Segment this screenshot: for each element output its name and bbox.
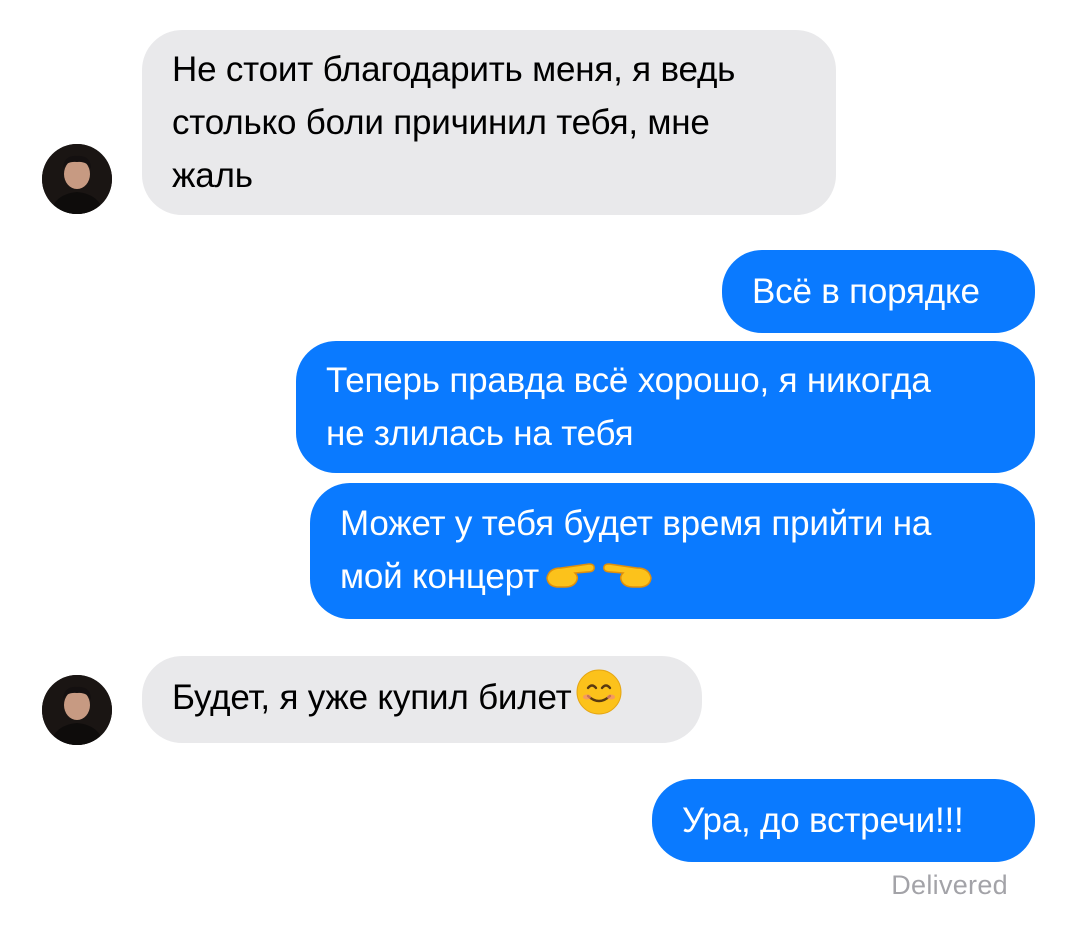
- contact-avatar[interactable]: [42, 675, 112, 745]
- message-text: Всё в порядке: [752, 272, 980, 311]
- message-bubble-outgoing[interactable]: Теперь правда всё хорошо, я никогда не з…: [296, 341, 1035, 473]
- message-bubble-outgoing[interactable]: Всё в порядке: [722, 250, 1035, 333]
- message-text: Будет, я уже купил билет: [172, 668, 623, 731]
- person-photo-icon: [42, 675, 112, 745]
- message-bubble-incoming[interactable]: Не стоит благодарить меня, я ведь стольк…: [142, 30, 836, 215]
- message-text: Не стоит благодарить меня, я ведь стольк…: [172, 50, 736, 195]
- message-text: Может у тебя будет время прийти на мой к…: [340, 497, 931, 605]
- pointing-fingers-emoji-icon: [543, 552, 655, 605]
- message-thread: Не стоит благодарить меня, я ведь стольк…: [0, 0, 1080, 948]
- message-bubble-outgoing[interactable]: Ура, до встречи!!!: [652, 779, 1035, 862]
- person-photo-icon: [42, 144, 112, 214]
- contact-avatar[interactable]: [42, 144, 112, 214]
- message-text: Ура, до встречи!!!: [682, 801, 964, 840]
- message-text: Теперь правда всё хорошо, я никогда не з…: [326, 361, 931, 453]
- delivery-status: Delivered: [891, 870, 1008, 900]
- message-bubble-outgoing[interactable]: Может у тебя будет время прийти на мой к…: [310, 483, 1035, 619]
- smiling-face-emoji-icon: [575, 668, 623, 731]
- message-bubble-incoming[interactable]: Будет, я уже купил билет: [142, 656, 702, 743]
